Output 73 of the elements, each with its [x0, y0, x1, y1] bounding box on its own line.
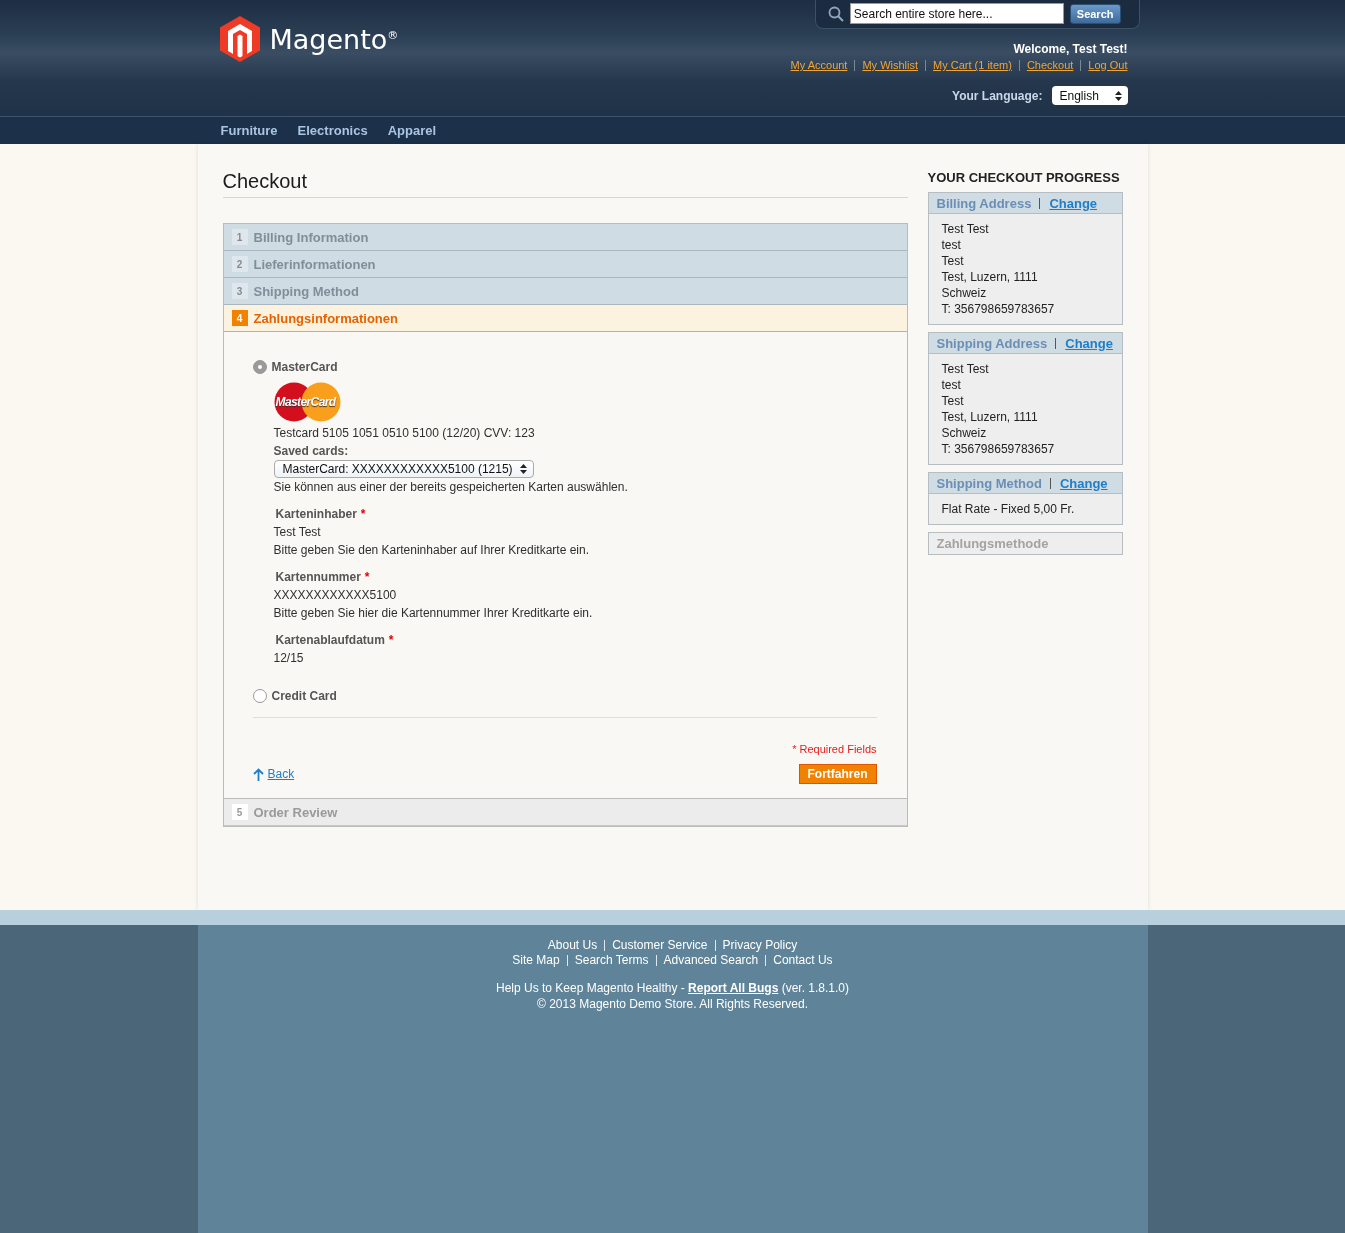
payment-method-radio[interactable]: Credit Card	[252, 689, 877, 703]
logo-icon	[219, 16, 260, 62]
account-link[interactable]: My Cart (1 item)	[925, 60, 1019, 71]
address-line: T: 356798659783657	[941, 301, 1056, 317]
address-line: Flat Rate - Fixed 5,00 Fr.	[941, 501, 1076, 517]
payment-method-radio[interactable]: MasterCard	[252, 360, 877, 374]
search-button[interactable]: Search	[1069, 3, 1121, 24]
required-note: * Required Fields	[791, 743, 877, 755]
address-line: T: 356798659783657	[941, 441, 1056, 457]
up-arrow-icon	[252, 767, 264, 781]
footer-link[interactable]: Advanced Search	[655, 955, 766, 966]
nav-link[interactable]: Apparel	[387, 123, 437, 138]
footer-link[interactable]: Contact Us	[765, 955, 840, 966]
section-title: Shipping Method	[936, 475, 1043, 491]
step-header[interactable]: 1 Billing Information	[223, 224, 907, 251]
field-value: Test Test	[273, 524, 322, 541]
address-line: Test, Luzern, 1111	[941, 409, 1039, 425]
footer-link[interactable]: Search Terms	[566, 955, 656, 966]
step-header[interactable]: 3 Shipping Method	[223, 278, 907, 305]
test-card-note: Testcard 5105 1051 0510 5100 (12/20) CVV: 123	[273, 425, 536, 442]
address-line: Test Test	[941, 361, 990, 377]
language-select[interactable]: English	[1051, 86, 1128, 105]
change-link[interactable]: Change	[1049, 477, 1108, 489]
back-link[interactable]: Back	[252, 767, 295, 781]
footer-help-text: Help Us to Keep Magento Healthy - Report All Bugs (ver. 1.8.1.0)	[494, 980, 850, 997]
hint-text: Bitte geben Sie den Karteninhaber auf Ihrer Kreditkarte ein.	[273, 542, 591, 559]
account-link[interactable]: My Wishlist	[854, 60, 926, 71]
hint-text: Sie können aus einer der bereits gespeicherten Karten auswählen.	[273, 479, 629, 496]
field-label: Kartennummer *	[274, 569, 371, 586]
address-line: Schweiz	[941, 285, 988, 301]
search-field[interactable]: Search entire store here...	[849, 3, 1064, 24]
address-line: Test Test	[941, 221, 990, 237]
field-label: Kartenablaufdatum *	[274, 632, 395, 649]
footer-link[interactable]: Site Map	[505, 955, 567, 966]
change-link[interactable]: Change	[1055, 337, 1113, 349]
address-line: Test, Luzern, 1111	[941, 269, 1039, 285]
nav-link[interactable]: Furniture	[220, 123, 278, 138]
step-header[interactable]: 4 Zahlungsinformationen	[223, 305, 907, 332]
report-bugs-link[interactable]: Report All Bugs	[688, 981, 779, 995]
page-title: Checkout	[222, 170, 908, 198]
search-icon	[827, 5, 844, 22]
address-line: test	[941, 377, 962, 393]
nav-link[interactable]: Electronics	[297, 123, 368, 138]
saved-cards-select[interactable]: MasterCard: XXXXXXXXXXXX5100 (1215)	[273, 460, 534, 478]
account-link[interactable]: Checkout	[1018, 60, 1081, 71]
step-header[interactable]: 5 Order Review	[223, 799, 907, 826]
change-link[interactable]: Change	[1039, 197, 1098, 209]
saved-cards-label: Saved cards:	[273, 443, 350, 460]
section-title: Shipping Address	[936, 335, 1049, 351]
section-title: Billing Address	[936, 195, 1033, 211]
account-link[interactable]: My Account	[783, 60, 855, 71]
address-line: Test	[941, 253, 965, 269]
section-title: Zahlungsmethode	[936, 536, 1050, 551]
welcome-text: Welcome, Test Test!	[1013, 42, 1128, 56]
account-link[interactable]: Log Out	[1080, 60, 1128, 71]
field-label: Karteninhaber *	[274, 506, 367, 523]
copyright-text: © 2013 Magento Demo Store. All Rights Reserved.	[536, 997, 809, 1011]
progress-title: YOUR CHECKOUT PROGRESS	[927, 170, 1121, 185]
step-header[interactable]: 2 Lieferinformationen	[223, 251, 907, 278]
field-value: 12/15	[273, 650, 305, 667]
address-line: test	[941, 237, 962, 253]
continue-button[interactable]: Fortfahren	[798, 764, 877, 784]
footer-link[interactable]: Privacy Policy	[714, 940, 805, 951]
language-label: Your Language:	[952, 88, 1043, 103]
field-value: XXXXXXXXXXXX5100	[273, 587, 398, 604]
footer-link[interactable]: About Us	[540, 940, 605, 951]
logo-text[interactable]: Magento$^{®}$	[269, 23, 399, 55]
hint-text: Bitte geben Sie hier die Kartennummer Ihrer Kreditkarte ein.	[273, 605, 594, 622]
select-arrows-icon	[1114, 90, 1122, 101]
address-line: Test	[941, 393, 965, 409]
address-line: Schweiz	[941, 425, 988, 441]
footer-link[interactable]: Customer Service	[604, 940, 715, 951]
select-arrows-icon	[519, 464, 527, 474]
